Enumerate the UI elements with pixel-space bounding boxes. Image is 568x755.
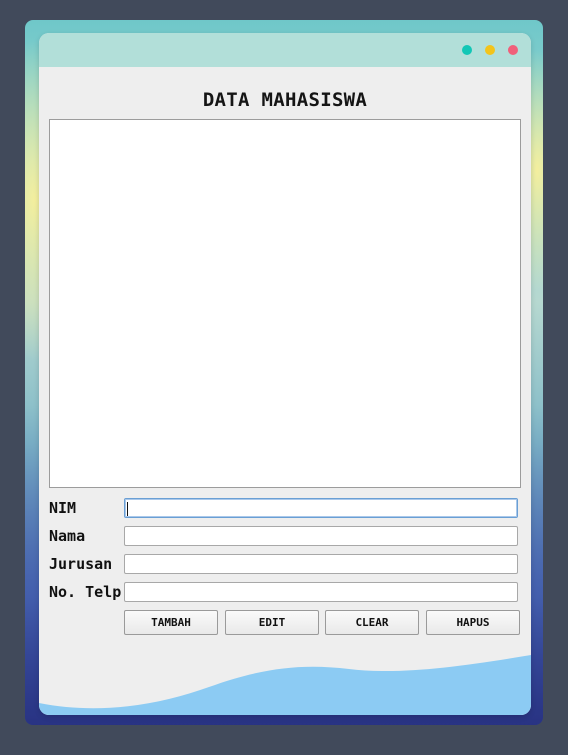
student-table[interactable] (49, 119, 521, 488)
page-title: DATA MAHASISWA (202, 89, 368, 111)
nim-label: NIM (49, 499, 77, 517)
no-telp-label: No. Telp (49, 583, 122, 601)
hapus-button[interactable]: HAPUS (426, 610, 520, 635)
clear-button[interactable]: CLEAR (325, 610, 419, 635)
app-window: DATA MAHASISWA NIM Nama Jurusan No. Telp… (39, 33, 531, 715)
jurusan-field[interactable] (124, 554, 518, 574)
nama-field[interactable] (124, 526, 518, 546)
tambah-button[interactable]: TAMBAH (124, 610, 218, 635)
close-dot-icon[interactable] (508, 45, 518, 55)
title-bar[interactable] (39, 33, 531, 67)
minimize-dot-icon[interactable] (485, 45, 495, 55)
nim-field[interactable] (124, 498, 518, 518)
edit-button[interactable]: EDIT (225, 610, 319, 635)
jurusan-label: Jurusan (49, 555, 113, 573)
no-telp-field[interactable] (124, 582, 518, 602)
nama-label: Nama (49, 527, 86, 545)
decorative-wave (39, 655, 531, 715)
text-caret (127, 502, 128, 516)
maximize-dot-icon[interactable] (462, 45, 472, 55)
